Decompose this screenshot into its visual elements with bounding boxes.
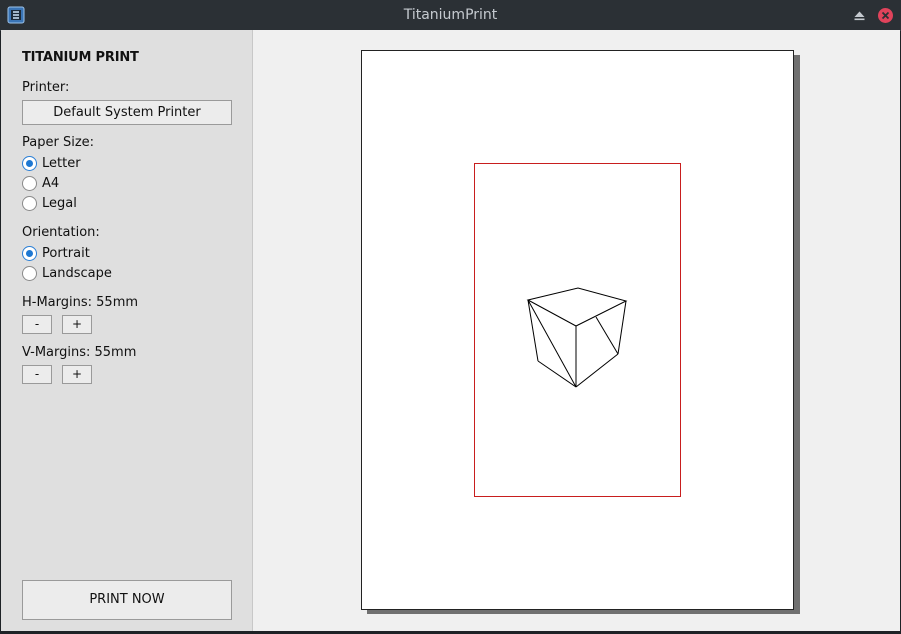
- h-margins-label: H-Margins: 55mm: [22, 295, 139, 310]
- radio-orientation-portrait[interactable]: Portrait: [22, 243, 90, 263]
- window-title: TitaniumPrint: [403, 7, 498, 23]
- radio-paper-a4[interactable]: A4: [22, 173, 59, 193]
- radio-dot[interactable]: [22, 155, 37, 171]
- preview-page: [361, 50, 794, 610]
- radio-label: Letter: [42, 155, 81, 171]
- settings-sidebar: TITANIUM PRINT Printer: Default System P…: [1, 30, 253, 631]
- radio-dot[interactable]: [22, 195, 37, 211]
- radio-label: A4: [42, 175, 60, 191]
- title-bar: TitaniumPrint: [0, 0, 901, 31]
- radio-label: Legal: [42, 195, 77, 211]
- radio-paper-letter[interactable]: Letter: [22, 153, 81, 173]
- radio-dot[interactable]: [22, 175, 37, 191]
- print-now-button[interactable]: PRINT NOW: [22, 580, 232, 620]
- radio-orientation-landscape[interactable]: Landscape: [22, 263, 112, 283]
- radio-dot[interactable]: [22, 245, 37, 261]
- brand-title: TITANIUM PRINT: [22, 50, 139, 65]
- h-margin-decrease-button[interactable]: -: [22, 315, 52, 334]
- orientation-label: Orientation:: [22, 225, 100, 240]
- h-margin-increase-button[interactable]: +: [62, 315, 92, 334]
- radio-paper-legal[interactable]: Legal: [22, 193, 77, 213]
- app-window: TITANIUM PRINT Printer: Default System P…: [1, 30, 900, 631]
- printer-label: Printer:: [22, 80, 70, 95]
- cube-wireframe-drawing: [526, 287, 628, 388]
- v-margin-increase-button[interactable]: +: [62, 365, 92, 384]
- print-preview-area: [253, 30, 900, 631]
- radio-label: Landscape: [42, 265, 112, 281]
- eject-icon[interactable]: [851, 7, 868, 24]
- radio-dot[interactable]: [22, 265, 37, 281]
- v-margins-label: V-Margins: 55mm: [22, 345, 137, 360]
- v-margin-decrease-button[interactable]: -: [22, 365, 52, 384]
- close-icon[interactable]: [877, 7, 894, 24]
- radio-label: Portrait: [42, 245, 90, 261]
- paper-size-label: Paper Size:: [22, 135, 95, 150]
- printer-select-button[interactable]: Default System Printer: [22, 100, 232, 125]
